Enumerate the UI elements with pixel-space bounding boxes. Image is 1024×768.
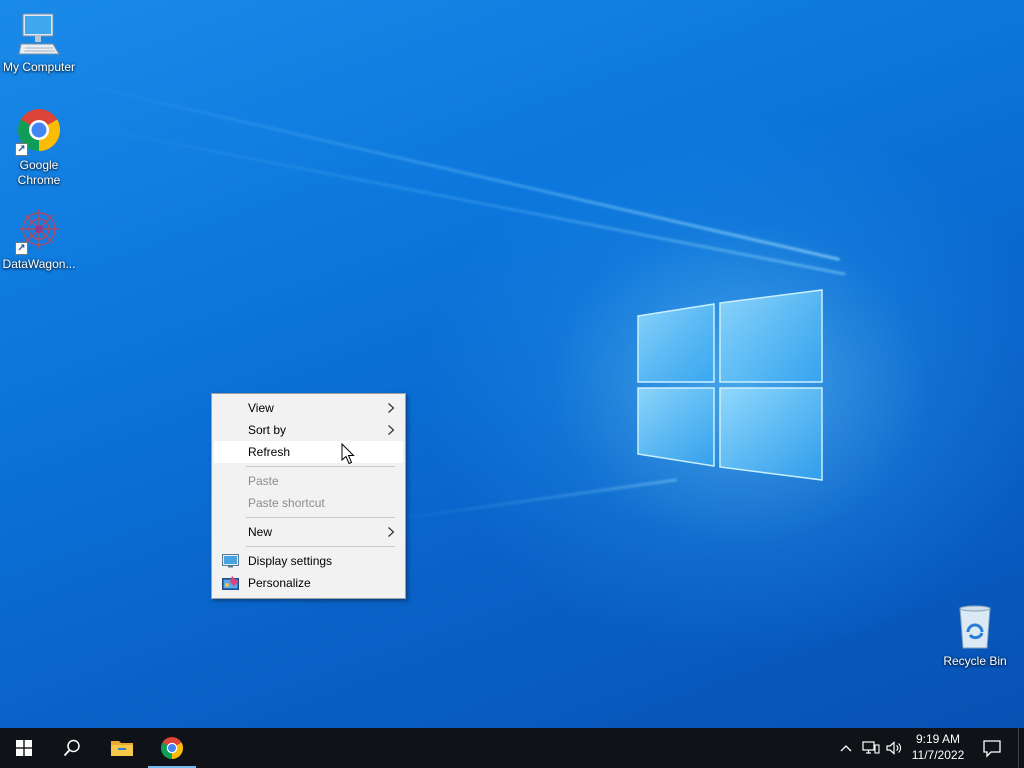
- menu-item-label: New: [248, 525, 273, 539]
- menu-separator: [246, 466, 395, 467]
- datawagon-icon: ↗: [15, 207, 63, 255]
- recycle-bin-icon: [951, 604, 999, 652]
- menu-item-paste-shortcut[interactable]: Paste shortcut: [214, 492, 403, 514]
- menu-separator: [246, 546, 395, 547]
- start-button[interactable]: [0, 728, 48, 768]
- menu-item-sort-by[interactable]: Sort by: [214, 419, 403, 441]
- search-icon: [63, 739, 80, 757]
- desktop-icon-label: DataWagon...: [2, 257, 76, 271]
- desktop-icon-label: Recycle Bin: [943, 654, 1007, 668]
- personalize-icon: [222, 576, 239, 590]
- display-settings-icon: [222, 554, 239, 568]
- desktop-context-menu: View Sort by Refresh Paste Paste shortcu…: [211, 393, 406, 599]
- menu-item-refresh[interactable]: Refresh: [214, 441, 403, 463]
- menu-item-paste[interactable]: Paste: [214, 470, 403, 492]
- taskbar-clock[interactable]: 9:19 AM 11/7/2022: [904, 731, 972, 763]
- menu-item-label: Refresh: [248, 445, 291, 459]
- desktop-icon-google-chrome[interactable]: ↗ Google Chrome: [1, 108, 77, 188]
- file-explorer-button[interactable]: [98, 728, 146, 768]
- menu-item-new[interactable]: New: [214, 521, 403, 543]
- chevron-right-icon: [388, 425, 395, 435]
- desktop-icon-my-computer[interactable]: My Computer: [1, 10, 77, 75]
- mouse-cursor-icon: [341, 443, 355, 465]
- show-desktop-button[interactable]: [1018, 728, 1024, 768]
- desktop-icon-label: My Computer: [2, 60, 76, 74]
- shortcut-arrow-icon: ↗: [15, 143, 28, 156]
- menu-item-personalize[interactable]: Personalize: [214, 572, 403, 594]
- light-beam: [379, 478, 678, 523]
- menu-separator: [246, 517, 395, 518]
- menu-item-label: Display settings: [248, 554, 333, 568]
- clock-date: 11/7/2022: [911, 748, 965, 762]
- volume-icon[interactable]: [885, 739, 903, 757]
- desktop-icon-datawagon[interactable]: ↗ DataWagon...: [1, 207, 77, 272]
- chevron-right-icon: [388, 403, 395, 413]
- menu-item-label: Personalize: [248, 576, 311, 590]
- chrome-icon: [161, 737, 183, 759]
- action-center-icon[interactable]: [982, 738, 1002, 758]
- chevron-right-icon: [388, 527, 395, 537]
- desktop[interactable]: My Computer ↗ Google Chrome ↗ DataWagon.…: [0, 0, 1024, 728]
- chrome-icon: ↗: [15, 108, 63, 156]
- clock-time: 9:19 AM: [915, 732, 961, 746]
- computer-icon: [15, 10, 63, 58]
- light-beam: [59, 78, 840, 261]
- menu-item-label: Sort by: [248, 423, 287, 437]
- light-beam: [59, 120, 846, 276]
- chevron-up-icon[interactable]: [839, 739, 853, 757]
- taskbar: 9:19 AM 11/7/2022: [0, 728, 1024, 768]
- menu-item-label: View: [248, 401, 274, 415]
- menu-item-label: Paste: [248, 474, 279, 488]
- wallpaper-windows-logo: [637, 289, 823, 481]
- folder-icon: [111, 741, 133, 756]
- windows-logo-icon: [16, 740, 32, 756]
- chrome-taskbar-button[interactable]: [148, 728, 196, 768]
- desktop-icon-label: Google Chrome: [17, 158, 61, 187]
- shortcut-arrow-icon: ↗: [15, 242, 28, 255]
- search-button[interactable]: [48, 728, 96, 768]
- menu-item-label: Paste shortcut: [248, 496, 325, 510]
- desktop-icon-recycle-bin[interactable]: Recycle Bin: [937, 604, 1013, 669]
- menu-item-display-settings[interactable]: Display settings: [214, 550, 403, 572]
- network-icon[interactable]: [862, 739, 880, 757]
- menu-item-view[interactable]: View: [214, 397, 403, 419]
